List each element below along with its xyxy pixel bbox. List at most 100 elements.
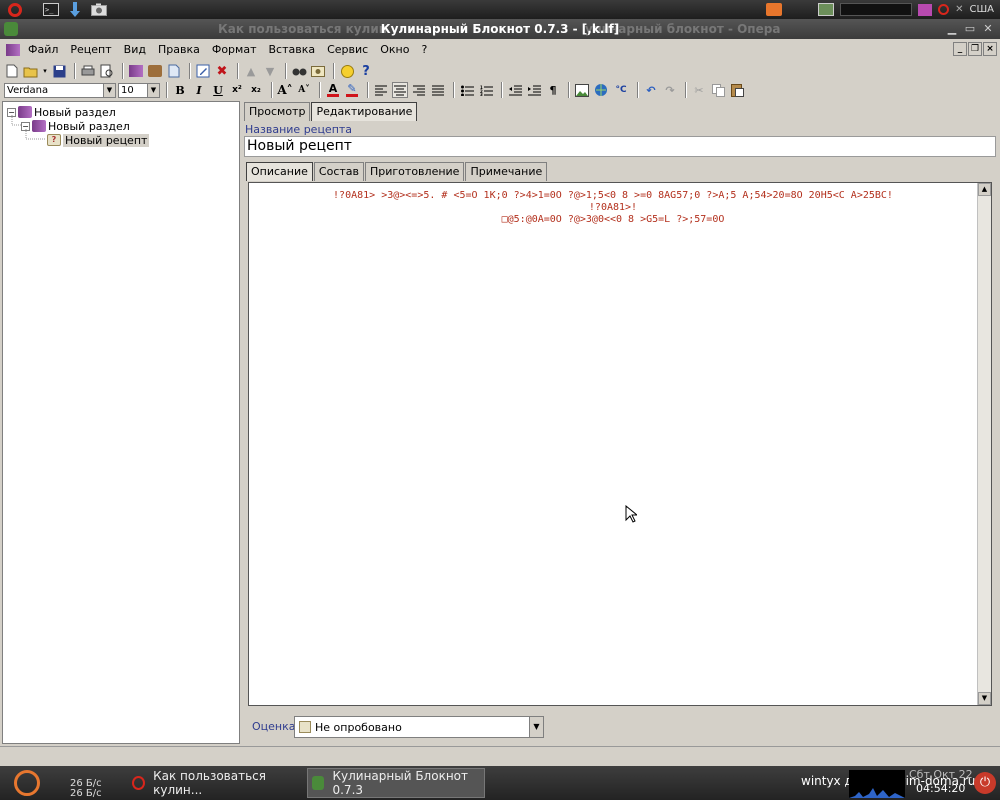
numbered-list-icon[interactable]: 123 <box>478 82 494 98</box>
opera-tray-icon[interactable] <box>938 4 950 15</box>
move-down-icon[interactable]: ▼ <box>262 63 278 79</box>
align-left-icon[interactable] <box>373 82 389 98</box>
cut-icon[interactable]: ✂ <box>691 82 707 98</box>
indent-icon[interactable] <box>526 82 542 98</box>
opera-icon <box>132 776 146 790</box>
help-icon[interactable]: ? <box>358 63 374 79</box>
find-image-icon[interactable] <box>310 63 326 79</box>
menu-edit[interactable]: Правка <box>152 41 206 59</box>
recipe-name-input[interactable]: Новый рецепт <box>244 136 996 157</box>
tab-edit[interactable]: Редактирование <box>311 102 418 121</box>
new-recipe-book-icon[interactable] <box>147 63 163 79</box>
menu-format[interactable]: Формат <box>206 41 263 59</box>
new-file-icon[interactable] <box>4 63 20 79</box>
scroll-up-icon[interactable]: ▲ <box>978 183 991 196</box>
new-section-icon[interactable] <box>128 63 144 79</box>
taskbar: 26 Б/с 26 Б/с Как пользоваться кулин... … <box>0 766 1000 800</box>
screenshot-launcher-icon[interactable] <box>90 2 108 18</box>
subscript-icon[interactable]: x₂ <box>248 82 264 98</box>
menu-service[interactable]: Сервис <box>321 41 374 59</box>
tab-view[interactable]: Просмотр <box>244 102 311 121</box>
new-page-icon[interactable] <box>166 63 182 79</box>
tab-description[interactable]: Описание <box>246 162 313 181</box>
svg-text:>_: >_ <box>45 6 54 14</box>
print-preview-icon[interactable] <box>99 63 115 79</box>
font-color-icon[interactable]: A <box>325 82 341 98</box>
close-icon[interactable]: ✕ <box>980 21 996 36</box>
superscript-icon[interactable]: x² <box>229 82 245 98</box>
power-icon[interactable]: ⏻ <box>974 772 996 794</box>
monitor-applet-icon[interactable] <box>818 3 835 16</box>
ghost-title-left: Как пользоваться кулин <box>218 22 388 36</box>
cookbook-icon <box>312 776 325 790</box>
underline-icon[interactable]: U <box>210 82 226 98</box>
terminal-launcher-icon[interactable]: >_ <box>42 2 60 18</box>
bold-icon[interactable]: B <box>172 82 188 98</box>
menu-help[interactable]: ? <box>415 41 433 59</box>
insert-image-icon[interactable] <box>574 82 590 98</box>
font-size-select[interactable]: 10 ▼ <box>118 82 160 98</box>
status-bar <box>0 746 1000 766</box>
align-right-icon[interactable] <box>411 82 427 98</box>
redo-icon[interactable]: ↷ <box>662 82 678 98</box>
font-grow-icon[interactable]: A˄ <box>277 82 293 98</box>
open-dropdown-icon[interactable]: ▾ <box>42 63 48 79</box>
top-panel: >_ ✕ США <box>0 0 1000 19</box>
menu-window[interactable]: Окно <box>374 41 415 59</box>
task-opera[interactable]: Как пользоваться кулин... <box>128 768 304 798</box>
insert-link-icon[interactable] <box>593 82 609 98</box>
tab-ingredients[interactable]: Состав <box>313 162 364 181</box>
keyboard-layout[interactable]: США <box>969 4 994 15</box>
mdi-minimize-icon[interactable]: _ <box>953 42 967 56</box>
editor-line: !?0A81>! <box>588 202 638 213</box>
scroll-down-icon[interactable]: ▼ <box>978 692 991 705</box>
font-shrink-icon[interactable]: A˅ <box>296 82 312 98</box>
ubuntu-menu-icon[interactable] <box>14 770 40 796</box>
mdi-close-icon[interactable]: × <box>983 42 997 56</box>
highlight-icon[interactable]: ✎ <box>344 82 360 98</box>
network-icon[interactable]: ✕ <box>955 4 963 15</box>
recipe-name-label: Название рецепта <box>245 123 353 136</box>
rating-select[interactable]: Не опробовано ▼ <box>294 716 544 738</box>
main-toolbar: ▾ ✖ ▲ ▼ ? <box>0 61 1000 81</box>
delete-icon[interactable]: ✖ <box>214 63 230 79</box>
align-justify-icon[interactable] <box>430 82 446 98</box>
task-cookbook[interactable]: Кулинарный Блокнот 0.7.3 <box>307 768 485 798</box>
minimize-icon[interactable]: ▁ <box>944 21 960 36</box>
tab-notes[interactable]: Примечание <box>465 162 548 181</box>
temperature-icon[interactable]: °C <box>612 82 630 98</box>
folder-applet-icon[interactable] <box>766 3 783 16</box>
italic-icon[interactable]: I <box>191 82 207 98</box>
undo-icon[interactable]: ↶ <box>643 82 659 98</box>
move-up-icon[interactable]: ▲ <box>243 63 259 79</box>
menu-insert[interactable]: Вставка <box>262 41 321 59</box>
menu-file[interactable]: Файл <box>22 41 64 59</box>
bullet-list-icon[interactable] <box>459 82 475 98</box>
description-editor[interactable]: !?0A81> >3@><=>5. # <5=O 1K;0 ?>4>1=0O ?… <box>248 182 992 706</box>
download-launcher-icon[interactable] <box>66 1 84 18</box>
recipe-tree[interactable]: − Новый раздел − Новый раздел ? Новый ре… <box>2 101 240 744</box>
window-list-icon[interactable] <box>918 3 933 16</box>
edit-recipe-icon[interactable] <box>195 63 211 79</box>
maximize-icon[interactable]: ▭ <box>962 21 978 36</box>
rating-value: Не опробовано <box>315 720 402 734</box>
align-center-icon[interactable] <box>392 82 408 98</box>
copy-icon[interactable] <box>710 82 726 98</box>
window-titlebar[interactable]: Как пользоваться кулин Кулинарный Блокно… <box>0 19 1000 39</box>
print-icon[interactable] <box>80 63 96 79</box>
paragraph-icon[interactable]: ¶ <box>545 82 561 98</box>
menu-recipe[interactable]: Рецепт <box>64 41 117 59</box>
smiley-icon[interactable] <box>339 63 355 79</box>
open-folder-icon[interactable] <box>23 63 39 79</box>
paste-icon[interactable] <box>729 82 745 98</box>
tab-preparation[interactable]: Приготовление <box>365 162 465 181</box>
save-icon[interactable] <box>51 63 67 79</box>
find-icon[interactable] <box>291 63 307 79</box>
mdi-restore-icon[interactable]: ❐ <box>968 42 982 56</box>
editor-scrollbar[interactable]: ▲ ▼ <box>977 183 991 705</box>
font-size-value: 10 <box>121 84 134 96</box>
opera-launcher-icon[interactable] <box>6 2 24 18</box>
outdent-icon[interactable] <box>507 82 523 98</box>
font-name-select[interactable]: Verdana ▼ <box>4 82 116 98</box>
menu-view[interactable]: Вид <box>118 41 152 59</box>
